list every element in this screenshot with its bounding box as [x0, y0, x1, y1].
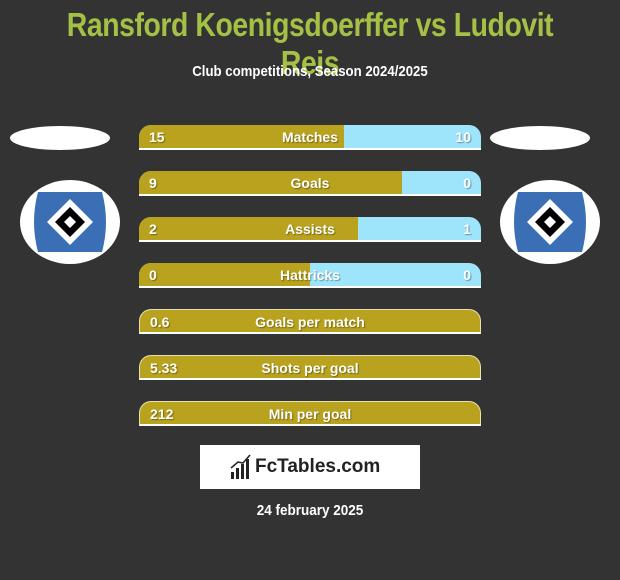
stat-label: Shots per goal [261, 360, 359, 376]
left-value: 15 [149, 129, 165, 145]
right-value: 1 [463, 221, 471, 237]
left-value: 0.6 [150, 314, 170, 330]
stat-row-assists: Assists 2 1 [139, 217, 481, 242]
hsv-diamond-badge-icon [514, 192, 586, 252]
right-value: 0 [463, 267, 471, 283]
stat-row-min-per-goal: Min per goal 212 [139, 401, 481, 426]
stat-row-hattricks: Hattricks 0 0 [139, 263, 481, 288]
stat-label: Goals per match [255, 314, 365, 330]
date-label: 24 february 2025 [256, 502, 364, 519]
left-club-badge[interactable] [20, 180, 120, 264]
brand-name: FcTables.com [255, 456, 381, 477]
stat-label: Matches [281, 129, 339, 145]
right-club-badge[interactable] [500, 180, 600, 264]
left-value: 2 [149, 221, 157, 237]
stat-row-matches: Matches 15 10 [139, 125, 481, 150]
stat-row-goals: Goals 9 0 [139, 171, 481, 196]
left-player-photo-placeholder [10, 126, 110, 150]
right-value: 0 [463, 175, 471, 191]
left-value: 0 [149, 267, 157, 283]
stat-label: Assists [285, 221, 335, 237]
stat-label: Hattricks [280, 267, 340, 283]
fctables-logo[interactable]: FcTables.com [200, 445, 420, 489]
right-value: 10 [455, 129, 471, 145]
left-value: 212 [150, 406, 174, 422]
stat-label: Min per goal [268, 406, 352, 422]
left-value: 9 [149, 175, 157, 191]
season-subtitle: Club competitions, Season 2024/2025 [192, 63, 428, 80]
left-value: 5.33 [150, 360, 178, 376]
stat-label: Goals [290, 175, 330, 191]
hsv-diamond-badge-icon [34, 192, 106, 252]
stat-row-shots-per-goal: Shots per goal 5.33 [139, 355, 481, 380]
stat-row-goals-per-match: Goals per match 0.6 [139, 309, 481, 334]
right-player-photo-placeholder [490, 126, 590, 150]
bar-chart-icon [230, 454, 251, 479]
